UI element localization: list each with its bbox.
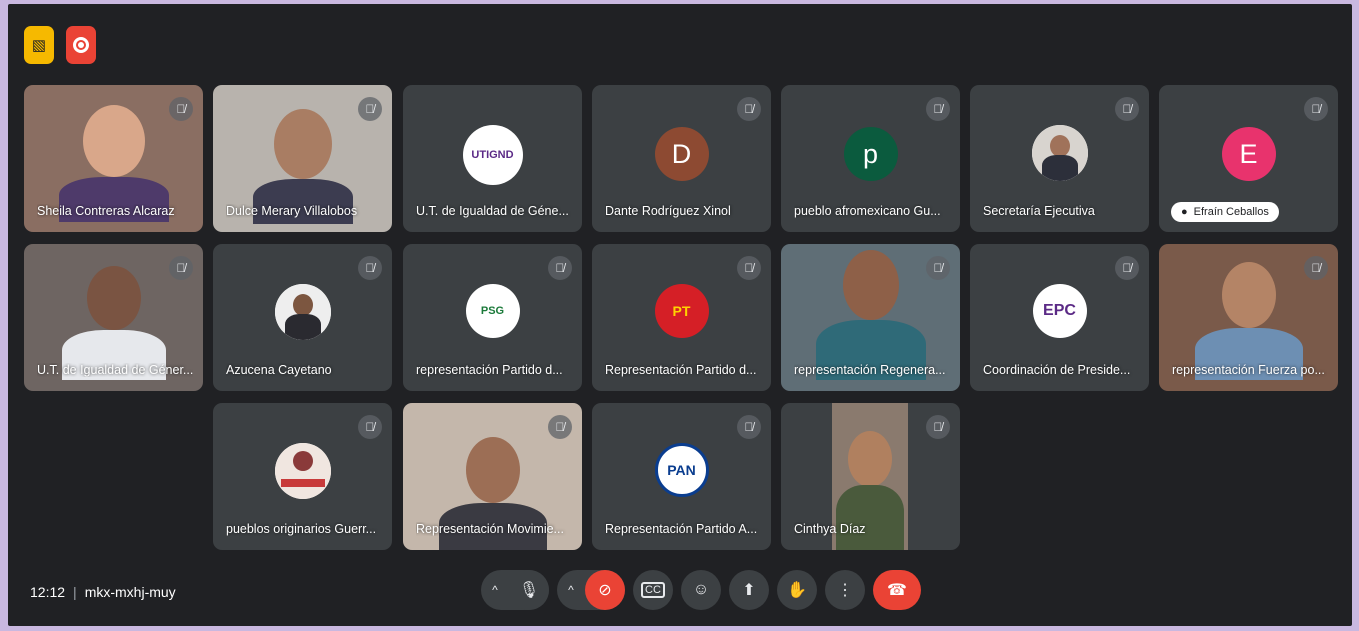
mic-off-icon: 🎙̸ — [1115, 256, 1139, 280]
participant-tile[interactable]: p 🎙̸ pueblo afromexicano Gu... — [781, 85, 960, 232]
mic-off-icon: 🎙̸ — [926, 256, 950, 280]
participant-name: Dante Rodríguez Xinol — [605, 204, 731, 218]
participant-name: pueblos originarios Guerr... — [226, 522, 377, 536]
participant-tile[interactable]: D 🎙̸ Dante Rodríguez Xinol — [592, 85, 771, 232]
mic-off-icon: 🎙̸ — [548, 256, 572, 280]
call-controls: ^ 🎙 ^ ⊘ CC ☺ ⬆ ✋ ⋮ ☎ — [481, 570, 921, 610]
mic-off-icon: 🎙̸ — [737, 415, 761, 439]
mic-icon[interactable]: 🎙 — [509, 570, 549, 610]
participant-name: U.T. de Igualdad de Géne... — [416, 204, 569, 218]
meet-window: ▧ 🎙̸ Sheila Contreras Alcaraz 🎙̸ Dulce M… — [8, 4, 1352, 626]
camera-control: ^ ⊘ — [557, 570, 625, 610]
participant-tile[interactable]: PT 🎙̸ Representación Partido d... — [592, 244, 771, 391]
chevron-up-icon[interactable]: ^ — [481, 583, 509, 597]
participant-name: Coordinación de Preside... — [983, 363, 1131, 377]
participant-avatar: D — [654, 127, 709, 181]
participant-logo: PT — [654, 284, 709, 338]
mic-off-icon: 🎙̸ — [1115, 97, 1139, 121]
participant-name: representación Partido d... — [416, 363, 563, 377]
participant-photo — [274, 284, 331, 340]
mic-off-icon: 🎙̸ — [358, 256, 382, 280]
participant-name: Efraín Ceballos — [1193, 206, 1269, 218]
mic-off-icon: 🎙̸ — [169, 97, 193, 121]
raise-hand-icon[interactable]: ✋ — [777, 570, 817, 610]
participant-logo: PAN — [654, 443, 709, 497]
bottom-bar: 12:12 | mkx-mxhj-muy ^ 🎙 ^ ⊘ CC ☺ ⬆ ✋ ⋮ ☎ — [8, 564, 1352, 626]
participant-tile[interactable]: 🎙̸ U.T. de Igualdad de Géner... — [24, 244, 203, 391]
participant-name: representación Fuerza po... — [1172, 363, 1325, 377]
participant-tile[interactable]: 🎙̸ Dulce Merary Villalobos — [213, 85, 392, 232]
mic-off-icon: 🎙̸ — [926, 415, 950, 439]
mic-off-icon: 🎙̸ — [737, 256, 761, 280]
mic-off-icon: 🎙̸ — [1304, 97, 1328, 121]
participant-tile[interactable]: UTIGND U.T. de Igualdad de Géne... — [403, 85, 582, 232]
meeting-time: 12:12 — [30, 584, 66, 600]
mic-off-icon: 🎙̸ — [358, 415, 382, 439]
person-icon: ● — [1181, 206, 1188, 218]
separator: | — [73, 584, 77, 600]
participant-name: representación Regenera... — [794, 363, 946, 377]
participant-tile[interactable]: EPC 🎙̸ Coordinación de Preside... — [970, 244, 1149, 391]
recording-icon[interactable] — [66, 26, 96, 64]
participant-tile[interactable]: E 🎙̸ ● Efraín Ceballos — [1159, 85, 1338, 232]
participant-tile[interactable]: PSG 🎙̸ representación Partido d... — [403, 244, 582, 391]
participant-name: U.T. de Igualdad de Géner... — [37, 363, 193, 377]
participant-name: Representación Movimie... — [416, 522, 564, 536]
participant-tile[interactable]: PAN 🎙̸ Representación Partido A... — [592, 403, 771, 550]
participant-logo: EPC — [1032, 284, 1087, 338]
present-icon[interactable]: ⬆ — [729, 570, 769, 610]
mic-off-icon: 🎙̸ — [169, 256, 193, 280]
meeting-info: 12:12 | mkx-mxhj-muy — [30, 584, 176, 600]
participant-tile[interactable]: 🎙̸ pueblos originarios Guerr... — [213, 403, 392, 550]
participant-avatar: E — [1221, 127, 1276, 181]
participant-name: Representación Partido d... — [605, 363, 757, 377]
participant-photo — [274, 443, 331, 499]
chevron-up-icon[interactable]: ^ — [557, 583, 585, 597]
emoji-icon[interactable]: ☺ — [681, 570, 721, 610]
participant-name: Azucena Cayetano — [226, 363, 332, 377]
participant-name: Secretaría Ejecutiva — [983, 204, 1095, 218]
participant-tile[interactable]: 🎙̸ representación Fuerza po... — [1159, 244, 1338, 391]
participant-name: pueblo afromexicano Gu... — [794, 204, 941, 218]
mic-off-icon: 🎙̸ — [737, 97, 761, 121]
videocam-off-icon[interactable]: ⊘ — [585, 570, 625, 610]
participant-avatar: p — [843, 127, 898, 181]
participant-logo: PSG — [465, 284, 520, 338]
participant-tile[interactable]: 🎙̸ Secretaría Ejecutiva — [970, 85, 1149, 232]
participant-name: Cinthya Díaz — [794, 522, 866, 536]
participant-tile[interactable]: 🎙̸ Sheila Contreras Alcaraz — [24, 85, 203, 232]
captions-icon[interactable]: CC — [633, 570, 673, 610]
participant-photo — [1031, 125, 1088, 181]
participant-tile[interactable]: 🎙̸ Azucena Cayetano — [213, 244, 392, 391]
participant-name: Representación Partido A... — [605, 522, 758, 536]
participant-tile[interactable]: 🎙̸ representación Regenera... — [781, 244, 960, 391]
participant-video — [815, 250, 926, 380]
mic-off-icon: 🎙̸ — [926, 97, 950, 121]
mic-control: ^ 🎙 — [481, 570, 549, 610]
participant-tile[interactable]: 🎙̸ Cinthya Díaz — [781, 403, 960, 550]
more-icon[interactable]: ⋮ — [825, 570, 865, 610]
participant-logo: UTIGND — [462, 125, 523, 185]
participant-name: Sheila Contreras Alcaraz — [37, 204, 175, 218]
top-status-bar: ▧ — [24, 26, 96, 64]
mic-off-icon: 🎙̸ — [1304, 256, 1328, 280]
participant-tile[interactable]: 🎙̸ Representación Movimie... — [403, 403, 582, 550]
meeting-code[interactable]: mkx-mxhj-muy — [85, 584, 176, 600]
call-end-icon[interactable]: ☎ — [873, 570, 921, 610]
mic-off-icon: 🎙̸ — [358, 97, 382, 121]
speaking-name-pill: ● Efraín Ceballos — [1171, 202, 1279, 222]
no-notes-icon[interactable]: ▧ — [24, 26, 54, 64]
mic-off-icon: 🎙̸ — [548, 415, 572, 439]
participant-name: Dulce Merary Villalobos — [226, 204, 358, 218]
